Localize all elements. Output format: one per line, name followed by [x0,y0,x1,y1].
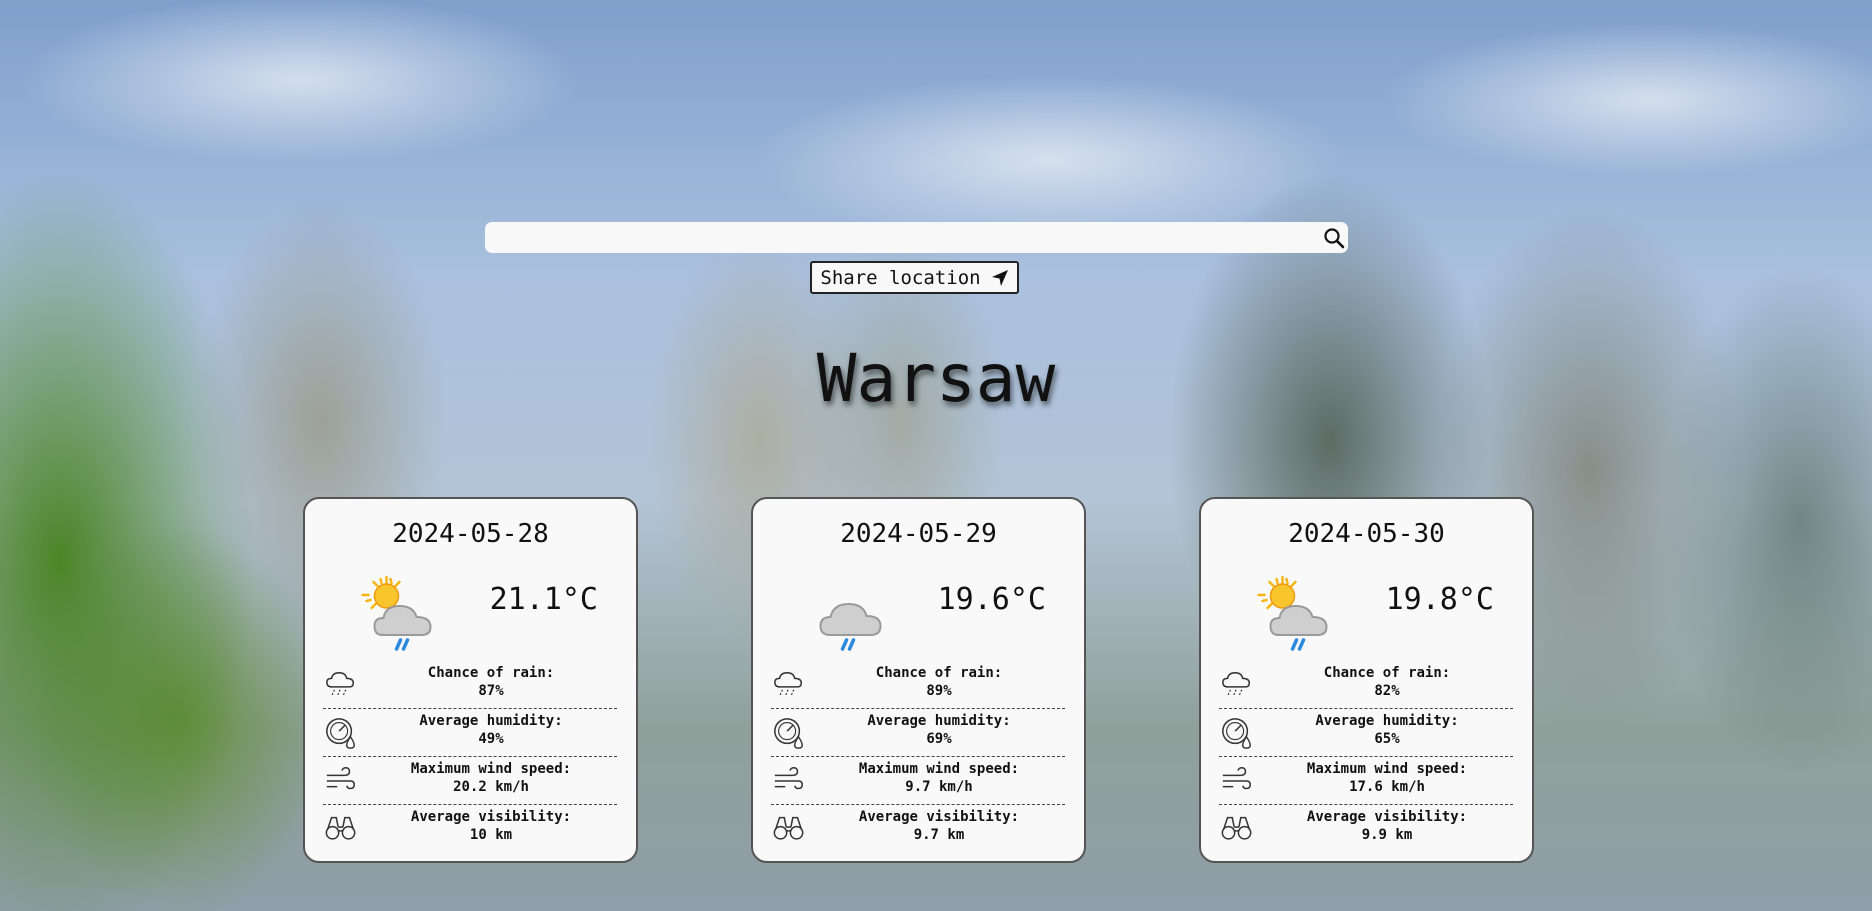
stat-label: Average visibility: [858,809,1020,825]
stat-row-visibility: Average visibility: 9.7 km [771,805,1065,853]
forecast-date: 2024-05-29 [840,519,997,549]
stat-label: Maximum wind speed: [858,761,1020,777]
stat-label: Maximum wind speed: [1306,761,1468,777]
stat-value: 17.6 km/h [1349,779,1425,795]
forecast-card: 2024-05-30 19.8°C Chance of rain: 82% Av… [1199,497,1534,863]
forecast-stats: Chance of rain: 82% Average humidity: 65… [1219,661,1513,853]
stat-row-visibility: Average visibility: 9.9 km [1219,805,1513,853]
stat-row-wind: Maximum wind speed: 20.2 km/h [323,757,617,805]
stat-label: Average humidity: [1315,713,1459,729]
stat-label: Average humidity: [419,713,563,729]
stat-label: Average visibility: [410,809,572,825]
stat-row-wind: Maximum wind speed: 17.6 km/h [1219,757,1513,805]
forecast-temperature: 21.1°C [489,582,598,617]
stat-value: 10 km [469,827,513,843]
search-input[interactable] [485,222,1305,253]
rain-cloud-icon [326,671,355,697]
binoculars-icon [773,816,804,840]
stat-row-rain: Chance of rain: 82% [1219,661,1513,709]
forecast-card: 2024-05-28 21.1°C Chance of rain: 87% Av… [303,497,638,863]
stat-label: Maximum wind speed: [410,761,572,777]
binoculars-icon [325,816,356,840]
stat-value: 89% [926,683,952,699]
search-bar [485,222,1348,253]
stat-label: Chance of rain: [427,665,555,681]
rain-cloud-icon [1222,671,1251,697]
stat-value: 9.7 km [913,827,965,843]
location-arrow-icon [991,269,1008,286]
sun-cloud-rain-icon [361,575,432,651]
forecast-temperature: 19.8°C [1385,582,1494,617]
humidity-gauge-icon [326,718,355,749]
humidity-gauge-icon [774,718,803,749]
stat-row-visibility: Average visibility: 10 km [323,805,617,853]
stat-label: Chance of rain: [1323,665,1451,681]
sun-cloud-rain-icon [1257,575,1328,651]
forecast-stats: Chance of rain: 87% Average humidity: 49… [323,661,617,853]
stat-row-rain: Chance of rain: 89% [771,661,1065,709]
wind-icon [774,767,803,790]
stat-value: 82% [1374,683,1400,699]
forecast-card: 2024-05-29 19.6°C Chance of rain: 89% Av… [751,497,1086,863]
cloud-rain-icon [819,602,882,651]
wind-icon [326,767,355,790]
stat-row-humidity: Average humidity: 49% [323,709,617,757]
stat-row-humidity: Average humidity: 65% [1219,709,1513,757]
share-location-label: Share location [820,266,981,289]
city-title: Warsaw [816,340,1056,417]
binoculars-icon [1221,816,1252,840]
forecast-date: 2024-05-28 [392,519,549,549]
search-icon[interactable] [1322,226,1346,250]
stat-value: 69% [926,731,952,747]
stat-row-rain: Chance of rain: 87% [323,661,617,709]
stat-row-wind: Maximum wind speed: 9.7 km/h [771,757,1065,805]
forecast-date: 2024-05-30 [1288,519,1445,549]
stat-value: 87% [478,683,504,699]
stat-row-humidity: Average humidity: 69% [771,709,1065,757]
stat-value: 49% [478,731,504,747]
humidity-gauge-icon [1222,718,1251,749]
forecast-stats: Chance of rain: 89% Average humidity: 69… [771,661,1065,853]
stat-value: 9.9 km [1361,827,1413,843]
share-location-button[interactable]: Share location [810,261,1019,294]
forecast-temperature: 19.6°C [937,582,1046,617]
stat-label: Average visibility: [1306,809,1468,825]
wind-icon [1222,767,1251,790]
rain-cloud-icon [774,671,803,697]
stat-value: 9.7 km/h [905,779,973,795]
stat-label: Average humidity: [867,713,1011,729]
stat-label: Chance of rain: [875,665,1003,681]
stat-value: 20.2 km/h [453,779,529,795]
stat-value: 65% [1374,731,1400,747]
